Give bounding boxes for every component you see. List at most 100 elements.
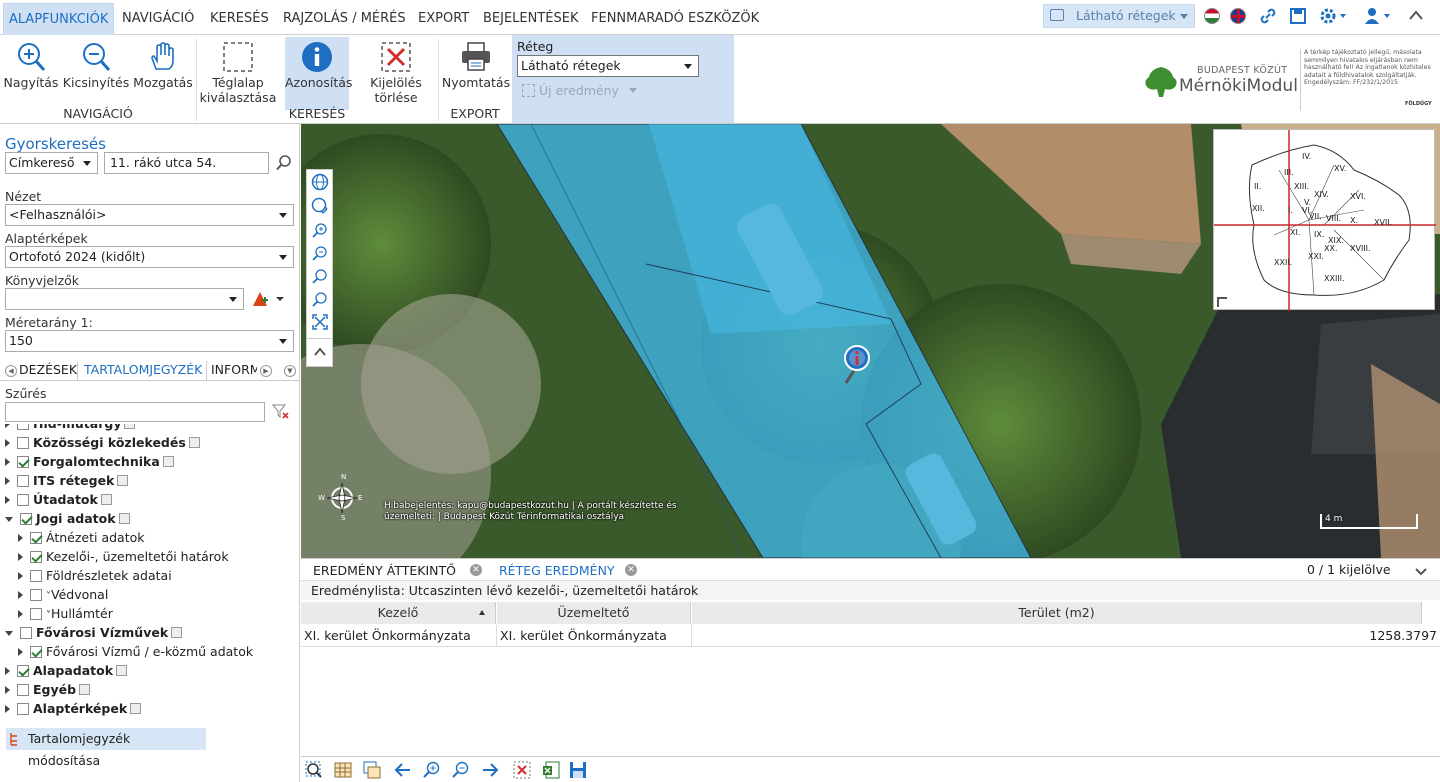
print-button[interactable]: Nyomtatás (441, 37, 511, 107)
identify-button[interactable]: Azonosítás (285, 37, 352, 110)
rect-select-button[interactable]: Téglalap kiválasztása (199, 37, 277, 107)
search-icon[interactable] (276, 155, 292, 171)
table-icon[interactable] (334, 761, 352, 779)
column-header-terulet[interactable]: Terület (m2) (692, 602, 1422, 624)
globe-icon[interactable] (311, 173, 329, 191)
tab-menu-icon[interactable]: ▼ (284, 365, 296, 377)
tree-item[interactable]: Híd-műtárgy (5, 424, 136, 433)
arrow-left-icon[interactable] (394, 761, 412, 779)
tab-export[interactable]: EXPORT (413, 3, 474, 35)
edit-layer-icon[interactable] (117, 475, 129, 486)
collapse-overview-icon[interactable] (1217, 297, 1227, 307)
layer-checkbox[interactable] (30, 589, 42, 601)
view-select[interactable]: <Felhasználói> (5, 204, 294, 226)
save-icon[interactable] (1289, 7, 1307, 25)
layer-checkbox[interactable] (17, 494, 29, 506)
edit-layer-icon[interactable] (171, 627, 183, 638)
tree-item[interactable]: Egyéb (5, 680, 91, 699)
settings-gear-icon[interactable] (1318, 6, 1348, 26)
edit-layer-icon[interactable] (100, 494, 112, 505)
tree-item[interactable]: Alapadatok (5, 661, 128, 680)
new-result-button[interactable]: Új eredmény (522, 83, 637, 98)
zoom-in-button[interactable]: Nagyítás (2, 37, 60, 107)
collapsed-icon[interactable] (5, 686, 10, 694)
search-type-select[interactable]: Címkereső (5, 152, 98, 174)
user-icon[interactable] (1362, 6, 1392, 26)
clear-selection-icon[interactable] (513, 761, 531, 779)
zoom-in-icon[interactable] (423, 761, 441, 779)
close-icon[interactable]: ✕ (625, 564, 637, 576)
collapsed-icon[interactable] (18, 648, 23, 656)
subtab-dezesek[interactable]: DEZÉSEK (19, 362, 78, 381)
close-icon[interactable]: ✕ (470, 564, 482, 576)
collapsed-icon[interactable] (18, 534, 23, 542)
layer-checkbox[interactable] (20, 513, 32, 525)
collapsed-icon[interactable] (5, 705, 10, 713)
tree-item[interactable]: ˅Védvonal (18, 585, 108, 604)
layer-checkbox[interactable] (30, 570, 42, 582)
layer-checkbox[interactable] (17, 456, 29, 468)
tree-item[interactable]: Földrészletek adatai (18, 566, 172, 585)
filter-input[interactable] (5, 402, 265, 422)
subtab-tartalomjegyzek[interactable]: TARTALOMJEGYZÉK (84, 362, 202, 377)
overview-map[interactable]: IV. XV. III. II. XIII. XIV. XVI. XII. I. VI. VII. V… (1213, 129, 1436, 311)
zoom-out-icon[interactable] (312, 245, 328, 261)
tree-item[interactable]: Alaptérképek (5, 699, 142, 718)
tab-result-overview[interactable]: EREDMÉNY ÁTTEKINTŐ (313, 563, 456, 578)
basemap-select[interactable]: Ortofotó 2024 (kidőlt) (5, 246, 294, 268)
english-flag-icon[interactable] (1230, 8, 1246, 24)
prev-tab-icon[interactable]: ◀ (5, 365, 17, 377)
map-view[interactable]: IV. XV. III. II. XIII. XIV. XVI. XII. I. VI. VII. V… (301, 124, 1440, 558)
tree-item[interactable]: Útadatok (5, 490, 112, 509)
tree-item[interactable]: Forgalomtechnika (5, 452, 174, 471)
tab-rajzolas-meres[interactable]: RAJZOLÁS / MÉRÉS (278, 3, 411, 35)
layer-checkbox[interactable] (30, 646, 42, 658)
collapsed-icon[interactable] (5, 667, 10, 675)
layer-checkbox[interactable] (30, 551, 42, 563)
collapsed-icon[interactable] (18, 572, 23, 580)
globe-move-icon[interactable] (311, 197, 329, 215)
tab-alapfunkciok[interactable]: ALAPFUNKCIÓK (3, 3, 115, 35)
collapsed-icon[interactable] (18, 553, 23, 561)
tree-item[interactable]: ITS rétegek (5, 471, 129, 490)
tab-fennmarado-eszkozok[interactable]: FENNMARADÓ ESZKÖZÖK (586, 3, 764, 35)
add-bookmark-icon[interactable] (251, 290, 285, 308)
hungarian-flag-icon[interactable] (1204, 8, 1220, 24)
tree-item[interactable]: ˅Hullámtér (18, 604, 113, 623)
scale-select[interactable]: 150 (5, 330, 294, 352)
tab-layer-result[interactable]: RÉTEG EREDMÉNY (499, 563, 615, 578)
zoom-in-icon[interactable] (312, 222, 328, 238)
zoom-to-result-icon[interactable] (305, 761, 323, 779)
collapse-toolbar-icon[interactable] (313, 346, 327, 358)
edit-layer-icon[interactable] (79, 684, 91, 695)
tree-item[interactable]: Közösségi közlekedés (5, 433, 200, 452)
collapsed-icon[interactable] (5, 477, 10, 485)
column-header-kezelo[interactable]: Kezelő (301, 602, 496, 624)
tree-item[interactable]: Fővárosi Vízmű / e-közmű adatok (18, 642, 253, 661)
column-header-uzemelteto[interactable]: Üzemeltető (497, 602, 691, 624)
tree-item[interactable]: Átnézeti adatok (18, 528, 145, 547)
clear-filter-icon[interactable] (272, 404, 290, 420)
tab-kereses[interactable]: KERESÉS (205, 3, 274, 35)
layer-checkbox[interactable] (17, 703, 29, 715)
layer-checkbox[interactable] (17, 475, 29, 487)
layer-checkbox[interactable] (30, 532, 42, 544)
expanded-icon[interactable] (5, 517, 13, 522)
tab-bejelentesek[interactable]: BEJELENTÉSEK (478, 3, 584, 35)
arrow-right-icon[interactable] (481, 761, 499, 779)
collapsed-icon[interactable] (5, 496, 10, 504)
collapsed-icon[interactable] (5, 439, 10, 447)
edit-layer-icon[interactable] (124, 424, 136, 429)
collapsed-icon[interactable] (5, 458, 10, 466)
edit-layer-icon[interactable] (130, 703, 142, 714)
clear-selection-button[interactable]: Kijelölés törlése (360, 37, 432, 107)
pan-button[interactable]: Mozgatás (132, 37, 194, 107)
bookmarks-select[interactable] (5, 288, 244, 310)
full-extent-icon[interactable] (312, 314, 328, 330)
zoom-previous-icon[interactable] (312, 268, 328, 284)
search-input[interactable]: 11. rákó utca 54. (104, 152, 269, 174)
tree-item[interactable]: Kezelői-, üzemeltetői határok (18, 547, 229, 566)
subtab-informacio[interactable]: INFORM (206, 361, 257, 381)
expanded-icon[interactable] (5, 631, 13, 636)
identify-pin-icon[interactable] (841, 343, 873, 385)
